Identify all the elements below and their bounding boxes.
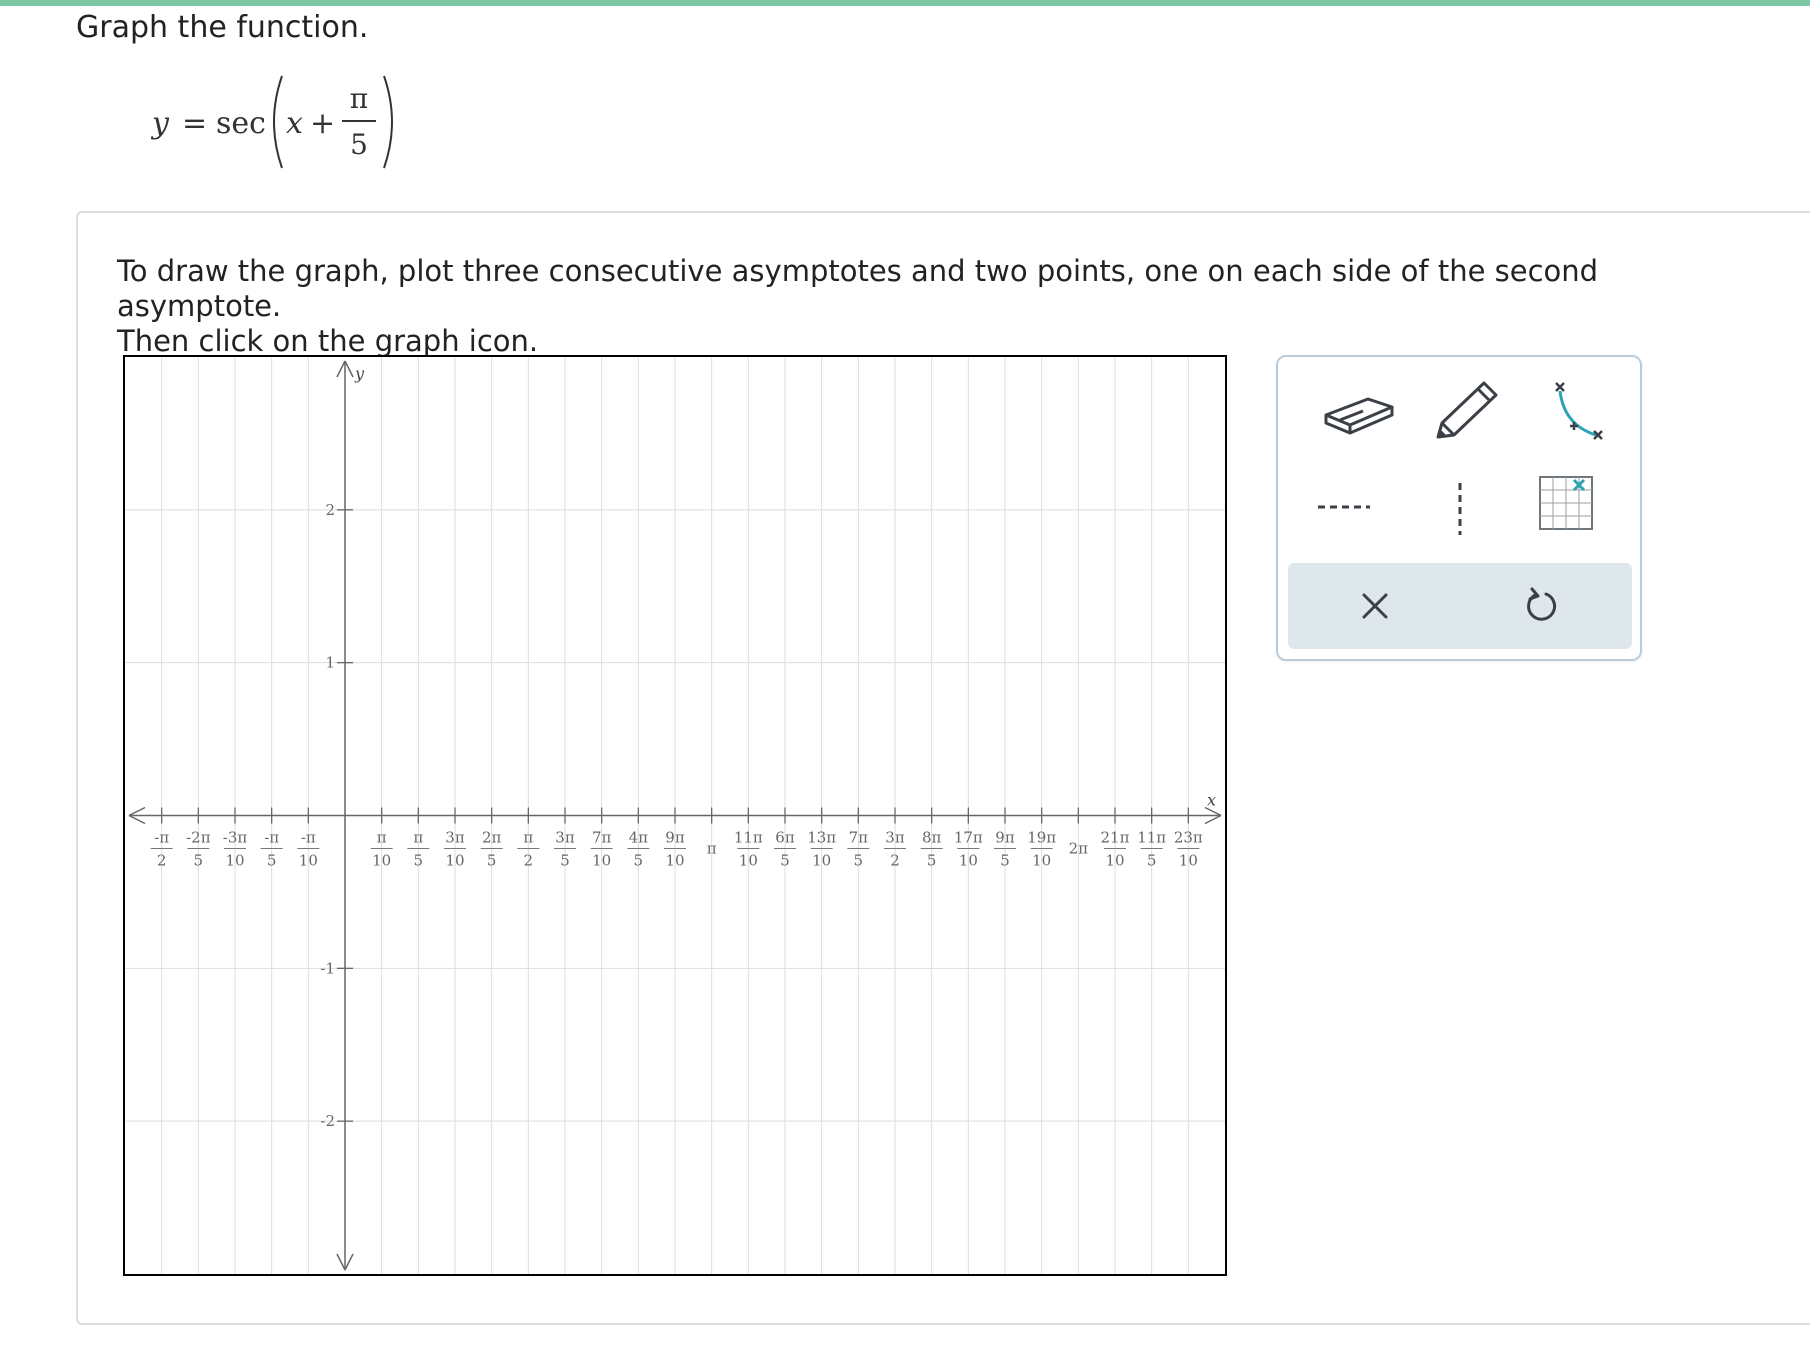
x-axis-label: x [1207, 791, 1216, 810]
equation-x: x [286, 106, 303, 141]
clear-button[interactable] [1330, 565, 1426, 649]
x-tick-label-numerator: 11π [734, 829, 763, 847]
x-tick-label: π [707, 840, 717, 858]
horizontal-asymptote-tool[interactable] [1308, 467, 1404, 551]
x-tick-label-numerator: -2π [186, 829, 211, 847]
x-tick-label-denominator: 5 [267, 852, 277, 870]
x-tick-label-denominator: 10 [739, 852, 758, 870]
undo-icon [1527, 587, 1557, 621]
y-axis-label: y [354, 364, 365, 383]
x-tick-label-denominator: 10 [1032, 852, 1051, 870]
graph-canvas[interactable]: xy-π2-2π5-3π10-π5-π10π10π53π102π5π23π57π… [125, 357, 1225, 1274]
graphing-area[interactable]: x y -π 2 -2π 5 -3π 10 -π 5 -π 10 π 10 π 5 3π 10 2π 5 π 2 3π 5 7π… [123, 355, 1227, 1276]
x-tick-label-denominator: 2 [157, 852, 167, 870]
x-tick-label-denominator: 10 [665, 852, 684, 870]
x-tick-label-numerator: 4π [629, 829, 649, 847]
y-tick-label: -2 [320, 1112, 335, 1130]
y-tick-label: 1 [325, 654, 335, 672]
x-tick-label-denominator: 5 [194, 852, 204, 870]
x-tick-label-numerator: 23π [1174, 829, 1203, 847]
x-tick-label-numerator: π [523, 829, 533, 847]
x-tick-label-numerator: -π [301, 829, 316, 847]
x-tick-label-numerator: 9π [665, 829, 685, 847]
x-tick-label-numerator: 7π [592, 829, 612, 847]
fraction-bar [342, 120, 376, 122]
secant-curve-icon [1555, 382, 1603, 440]
equation-equals: = [182, 106, 208, 141]
x-tick-label-numerator: 3π [885, 829, 905, 847]
x-tick-label-numerator: -π [154, 829, 169, 847]
y-tick-label: 2 [325, 501, 335, 519]
x-tick-label-numerator: 2π [482, 829, 502, 847]
x-tick-label-numerator: 9π [995, 829, 1015, 847]
eraser-icon [1324, 397, 1394, 435]
vertical-asymptote-tool[interactable] [1418, 467, 1514, 551]
x-tick-label-denominator: 5 [487, 852, 497, 870]
x-tick-label-numerator: 3π [555, 829, 575, 847]
x-tick-label-numerator: 6π [775, 829, 795, 847]
x-tick-label-denominator: 5 [634, 852, 644, 870]
x-tick-label-denominator: 5 [1000, 852, 1010, 870]
question-title: Graph the function. [76, 10, 369, 45]
x-tick-label-numerator: π [413, 829, 423, 847]
point-grid-tool[interactable] [1530, 467, 1626, 551]
action-row [1288, 563, 1632, 649]
x-tick-label-denominator: 10 [812, 852, 831, 870]
pencil-icon [1436, 381, 1498, 439]
instructions: To draw the graph, plot three consecutiv… [117, 254, 1757, 359]
x-tick-label-denominator: 5 [927, 852, 937, 870]
x-tick-label: 2π [1069, 840, 1089, 858]
left-paren [273, 75, 283, 169]
x-tick-label-numerator: 11π [1137, 829, 1166, 847]
equation-y: y [152, 106, 169, 141]
x-tick-label-denominator: 2 [524, 852, 534, 870]
x-tick-label-denominator: 10 [592, 852, 611, 870]
x-tick-label-numerator: 13π [807, 829, 836, 847]
instructions-line-2: Then click on the graph icon. [117, 324, 539, 358]
equation-plus: + [310, 106, 336, 141]
equation-numerator: π [349, 82, 369, 115]
x-tick-label-numerator: 8π [922, 829, 942, 847]
x-tick-label-denominator: 5 [854, 852, 864, 870]
undo-button[interactable] [1496, 565, 1592, 649]
x-tick-label-denominator: 10 [1105, 852, 1124, 870]
x-tick-label-denominator: 10 [372, 852, 391, 870]
x-tick-label-denominator: 2 [890, 852, 900, 870]
x-tick-label-numerator: 21π [1101, 829, 1130, 847]
eraser-tool[interactable] [1308, 369, 1404, 453]
equation-denominator: 5 [350, 128, 368, 161]
pencil-tool[interactable] [1418, 369, 1514, 453]
x-tick-label-denominator: 10 [445, 852, 464, 870]
x-tick-label-denominator: 5 [414, 852, 424, 870]
x-tick-label-denominator: 5 [560, 852, 570, 870]
instructions-line-1: To draw the graph, plot three consecutiv… [117, 254, 1599, 323]
y-tick-label: -1 [320, 959, 335, 977]
vertical-dashed-line-icon [1458, 483, 1462, 535]
x-tick-label-denominator: 5 [1147, 852, 1157, 870]
x-tick-label-denominator: 5 [780, 852, 790, 870]
close-icon [1362, 593, 1388, 619]
x-tick-label-numerator: 7π [849, 829, 869, 847]
x-tick-label-numerator: -π [264, 829, 279, 847]
graph-toolbox [1276, 355, 1642, 661]
secant-graph-tool[interactable] [1530, 369, 1626, 453]
right-paren [383, 75, 393, 169]
equation-sec: sec [216, 106, 266, 141]
x-tick-label-numerator: 3π [445, 829, 465, 847]
x-tick-label-numerator: π [377, 829, 387, 847]
horizontal-dashed-line-icon [1318, 505, 1370, 509]
grid-point-icon [1539, 476, 1593, 530]
x-tick-label-denominator: 10 [959, 852, 978, 870]
x-tick-label-numerator: 17π [954, 829, 983, 847]
x-tick-label-numerator: 19π [1027, 829, 1056, 847]
top-accent-bar [0, 0, 1810, 6]
x-tick-label-numerator: -3π [223, 829, 248, 847]
x-tick-label-denominator: 10 [225, 852, 244, 870]
x-tick-label-denominator: 10 [299, 852, 318, 870]
x-tick-label-denominator: 10 [1179, 852, 1198, 870]
